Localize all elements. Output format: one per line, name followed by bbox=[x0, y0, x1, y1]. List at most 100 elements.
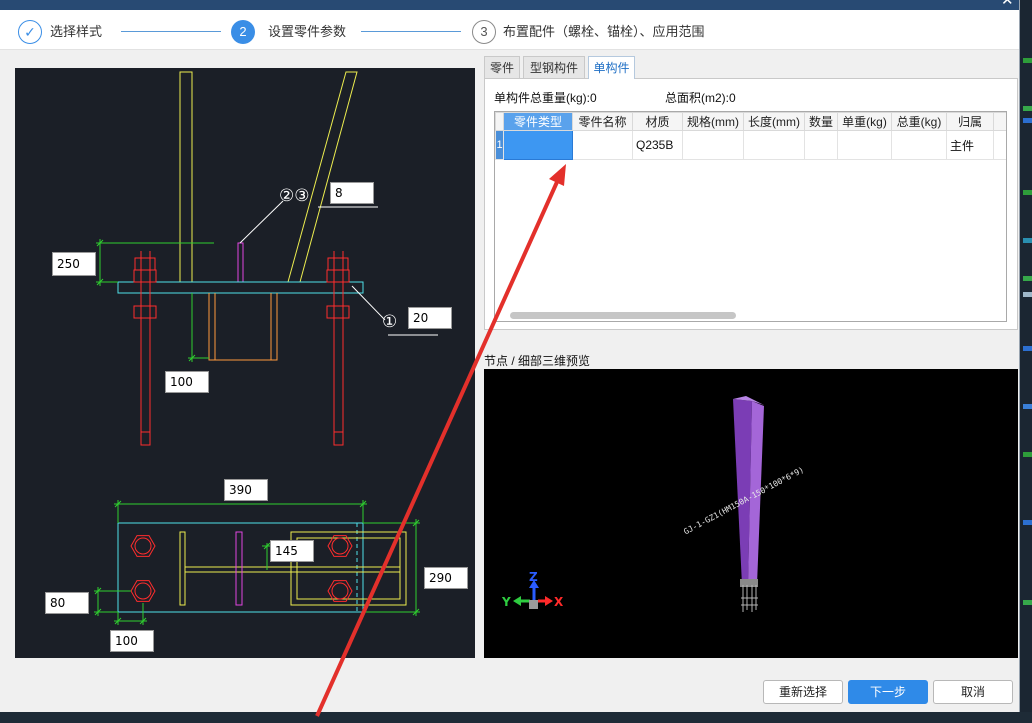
plan-dimension-lines bbox=[94, 500, 420, 625]
bolt-nut bbox=[327, 257, 349, 271]
reselect-button[interactable]: 重新选择 bbox=[763, 680, 843, 704]
bolt-lower-nut bbox=[326, 305, 350, 319]
cell-spec[interactable] bbox=[682, 130, 744, 160]
title-bar: ✕ bbox=[0, 0, 1019, 10]
step-3-number: 3 bbox=[472, 20, 496, 44]
3d-preview: GJ-1-GZ1(HM150A-150*100*6*9) Z Y X bbox=[501, 396, 805, 612]
table-row[interactable]: 1 Q235B 主件 bbox=[495, 130, 1006, 160]
member-anchor-bolts bbox=[741, 585, 758, 612]
column-header-length[interactable]: 长度(mm) bbox=[743, 112, 805, 131]
anchor-bolt-right bbox=[326, 251, 350, 446]
brace-elevation bbox=[287, 71, 358, 283]
front-dimension-lines bbox=[96, 239, 214, 362]
bolt-nut bbox=[134, 257, 156, 271]
cad-drawing bbox=[94, 71, 438, 625]
total-area: 总面积(m2):0 bbox=[665, 91, 736, 105]
bolt-hole bbox=[134, 537, 152, 555]
step-1-check-icon[interactable]: ✓ bbox=[18, 20, 42, 44]
dimension-input-5[interactable]: 390 bbox=[224, 479, 268, 501]
dimension-input-6[interactable]: 145 bbox=[270, 540, 314, 562]
column-header-total-weight[interactable]: 总重(kg) bbox=[891, 112, 947, 131]
y-axis-arrowhead bbox=[513, 596, 521, 606]
stiffener-elevation bbox=[237, 242, 244, 283]
step-3-label: 布置配件（螺栓、锚栓）、应用范围 bbox=[503, 24, 705, 39]
bolt-tip bbox=[333, 431, 344, 446]
column-flange-plan bbox=[179, 531, 186, 606]
stiffener-plan bbox=[235, 531, 243, 606]
cell-total-weight[interactable] bbox=[891, 130, 947, 160]
step-2-label: 设置零件参数 bbox=[268, 24, 347, 39]
table-header-row: 零件类型 零件名称 材质 规格(mm) 长度(mm) 数量 单重(kg) 总重(… bbox=[495, 112, 1006, 131]
dimension-input-4[interactable]: 100 bbox=[165, 371, 209, 393]
column-header-part-name[interactable]: 零件名称 bbox=[572, 112, 633, 131]
dimension-input-9[interactable]: 100 bbox=[110, 630, 154, 652]
bolt-hole bbox=[331, 582, 349, 600]
leader-line bbox=[351, 285, 386, 321]
column-header-quantity[interactable]: 数量 bbox=[804, 112, 838, 131]
dimension-input-2[interactable]: 8 bbox=[330, 182, 374, 204]
cell-owner[interactable]: 主件 bbox=[946, 130, 994, 160]
tab-parts[interactable]: 零件 bbox=[484, 56, 520, 78]
dimension-input-1[interactable]: 250 bbox=[52, 252, 96, 276]
plan-view bbox=[94, 500, 420, 625]
shear-key-elevation bbox=[208, 293, 278, 361]
preview-title: 节点 / 细部三维预览 bbox=[484, 354, 591, 368]
tab-steel-members[interactable]: 型钢构件 bbox=[523, 56, 585, 78]
column-header-spec[interactable]: 规格(mm) bbox=[682, 112, 744, 131]
3d-preview-viewport[interactable]: GJ-1-GZ1(HM150A-150*100*6*9) Z Y X bbox=[484, 369, 1018, 658]
close-icon[interactable]: ✕ bbox=[1001, 0, 1014, 8]
cell-part-name[interactable] bbox=[572, 130, 633, 160]
base-plate-elevation bbox=[117, 281, 364, 294]
front-view bbox=[96, 71, 438, 446]
bolt-tip bbox=[140, 431, 151, 446]
bolt-washer bbox=[326, 269, 350, 283]
step-connector bbox=[121, 31, 221, 32]
column-header-truncated[interactable]: 单 bbox=[993, 112, 1006, 131]
step-connector bbox=[361, 31, 461, 32]
axis-triad: Z Y X bbox=[501, 570, 564, 609]
column-header-material[interactable]: 材质 bbox=[632, 112, 683, 131]
cell-truncated[interactable] bbox=[993, 130, 1006, 160]
tab-single-member[interactable]: 单构件 bbox=[588, 56, 635, 79]
cell-length[interactable] bbox=[743, 130, 805, 160]
column-header-owner[interactable]: 归属 bbox=[946, 112, 994, 131]
axis-origin-cube bbox=[529, 600, 538, 609]
dimension-input-3[interactable]: 20 bbox=[408, 307, 452, 329]
cell-part-type[interactable] bbox=[503, 130, 573, 160]
x-axis-arrowhead bbox=[545, 596, 553, 606]
y-axis-label: Y bbox=[501, 595, 511, 609]
background-app-strip bbox=[1020, 0, 1032, 723]
row-index-header bbox=[495, 112, 504, 131]
x-axis-label: X bbox=[554, 595, 564, 609]
horizontal-scrollbar[interactable] bbox=[510, 312, 736, 319]
z-axis-label: Z bbox=[529, 570, 538, 584]
bolt-washer bbox=[133, 269, 157, 283]
column-header-part-type[interactable]: 零件类型 bbox=[503, 112, 573, 131]
row-index[interactable]: 1 bbox=[495, 130, 504, 160]
base-plate-callout: ① bbox=[382, 312, 398, 332]
step-bar: ✓ 选择样式 2 设置零件参数 3 布置配件（螺栓、锚栓）、应用范围 bbox=[0, 10, 1019, 50]
step-1-label[interactable]: 选择样式 bbox=[50, 10, 102, 54]
part-parameters-dialog: ✕ ✓ 选择样式 2 设置零件参数 3 布置配件（螺栓、锚栓）、应用范围 ②③ … bbox=[0, 0, 1020, 712]
dimension-input-8[interactable]: 80 bbox=[45, 592, 89, 614]
bolt-lower-nut bbox=[133, 305, 157, 319]
parts-table: 零件类型 零件名称 材质 规格(mm) 长度(mm) 数量 单重(kg) 总重(… bbox=[494, 111, 1007, 322]
cell-unit-weight[interactable] bbox=[837, 130, 892, 160]
column-elevation bbox=[179, 71, 193, 283]
cell-quantity[interactable] bbox=[804, 130, 838, 160]
leader-line bbox=[239, 200, 284, 244]
stiffener-callout: ②③ bbox=[279, 186, 310, 206]
column-header-unit-weight[interactable]: 单重(kg) bbox=[837, 112, 892, 131]
cad-drawing-panel: ②③ ① 250 8 20 100 390 145 290 80 100 bbox=[15, 68, 475, 658]
bolt-hole bbox=[134, 582, 152, 600]
bolt-hole bbox=[331, 537, 349, 555]
total-weight: 单构件总重量(kg):0 bbox=[494, 91, 597, 105]
dimension-input-7[interactable]: 290 bbox=[424, 567, 468, 589]
next-button[interactable]: 下一步 bbox=[848, 680, 928, 704]
shear-key-outline bbox=[208, 293, 278, 361]
anchor-bolt-left bbox=[133, 251, 157, 446]
step-2-number: 2 bbox=[231, 20, 255, 44]
cancel-button[interactable]: 取消 bbox=[933, 680, 1013, 704]
background-app-bottom bbox=[0, 712, 1032, 723]
cell-material[interactable]: Q235B bbox=[632, 130, 683, 160]
